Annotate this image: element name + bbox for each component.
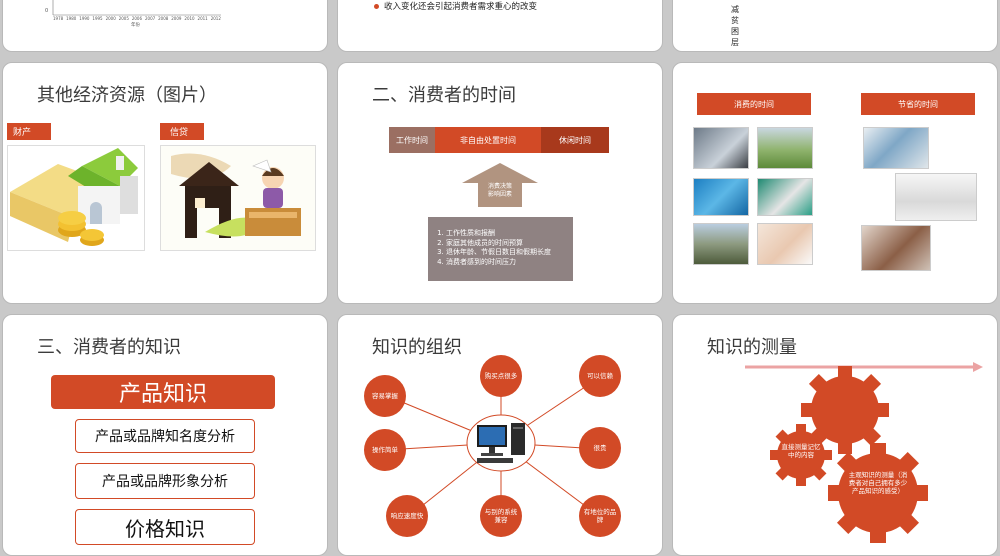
slide-thumbnail-time[interactable]: 二、消费者的时间 工作时间 非自由处置时间 休闲时间 消费决策 影响因素 工作性… [337, 62, 663, 304]
slide-title: 二、消费者的时间 [372, 85, 516, 106]
photo-treadmill [861, 225, 931, 271]
node-fast-response: 响应速度快 [386, 495, 428, 537]
photo-delivery-scooter [863, 127, 929, 169]
node-many-purchase-points: 购买点很多 [480, 355, 522, 397]
price-knowledge: 价格知识 [75, 509, 255, 545]
segment-nonfree-time: 非自由处置时间 [435, 127, 541, 153]
vertical-char: 贫 [731, 16, 739, 25]
chart-year-tick: 2005 [118, 16, 129, 21]
arrow-label-line2: 影响因素 [487, 191, 512, 198]
node-expensive: 很贵 [579, 427, 621, 469]
chart-year-tick: 2009 [171, 16, 182, 21]
factor-item: 工作性质和报酬 [446, 229, 569, 239]
factor-item: 家庭其他成员的时间预算 [446, 239, 569, 249]
photo-hiking [693, 223, 749, 265]
slide-thumbnail-resources[interactable]: 其他经济资源（图片） 财产 信贷 [2, 62, 328, 304]
chart-year-tick: 1990 [79, 16, 90, 21]
chart-year-tick: 1978 [53, 16, 64, 21]
factors-box: 工作性质和报酬家庭其他成员的时间预算退休年龄、节假日数目和假期长度消费者感到的时… [428, 217, 573, 281]
brand-image-analysis: 产品或品牌形象分析 [75, 463, 255, 499]
slide-thumbnail-time-photos[interactable]: 消费的时间 节省的时间 [672, 62, 998, 304]
photo-tennis [757, 178, 813, 216]
vertical-char: 困 [731, 27, 739, 36]
income-change-bullet: 收入变化还会引起消费者需求重心的改变 [384, 2, 538, 12]
slide-thumbnail-organization[interactable]: 知识的组织 容易掌握 购买点很多 可以信赖 操作简单 很贵 响应速度快 与别的系… [337, 314, 663, 556]
segment-work-time: 工作时间 [389, 127, 435, 153]
chart-year-tick: 2008 [158, 16, 169, 21]
chart-year-tick: 1980 [66, 16, 77, 21]
arrow-label-line1: 消费决策 [487, 183, 512, 190]
node-easy-operation: 操作简单 [364, 429, 406, 471]
slide-thumbnail-income-chart[interactable]: 0 1978 1980 1990 1995 2000 2005 2006 2007 2008 20… [2, 0, 328, 52]
photo-golf [757, 127, 813, 169]
vertical-char: 层 [731, 38, 739, 47]
slide-title: 其他经济资源（图片） [37, 85, 217, 106]
chart-year-tick: 2010 [184, 16, 195, 21]
credit-illustration [160, 145, 316, 251]
slide-thumbnail-poverty[interactable]: 减贫困层 [672, 0, 998, 52]
chart-year-tick: 2006 [131, 16, 143, 21]
tag-credit: 信贷 [160, 123, 204, 140]
gear-subjective-measurement: 主观知识的测量（消费者对自己拥有多少产品知识的感受） [848, 471, 908, 495]
node-compatible: 与别的系统兼容 [480, 495, 522, 537]
factors-list: 工作性质和报酬家庭其他成员的时间预算退休年龄、节假日数目和假期长度消费者感到的时… [434, 229, 569, 267]
photo-gym [693, 127, 749, 169]
factor-item: 退休年龄、节假日数目和假期长度 [446, 248, 569, 258]
node-easy-to-learn: 容易掌握 [364, 375, 406, 417]
tag-assets: 财产 [7, 123, 51, 140]
photo-swimming [693, 178, 749, 216]
bullet-dot [374, 4, 379, 9]
chart-year-tick: 1995 [92, 16, 103, 21]
chart-year-tick: 2011 [197, 16, 208, 21]
time-bar: 工作时间 非自由处置时间 休闲时间 [389, 127, 609, 153]
chart-zero-tick: 0 [45, 8, 49, 14]
vertical-char: 减 [731, 5, 739, 14]
house-coins-illustration [7, 145, 145, 251]
brand-awareness-analysis: 产品或品牌知名度分析 [75, 419, 255, 453]
chart-x-axis-label: 年份 [131, 23, 140, 28]
computer-icon [477, 423, 525, 463]
slide-thumbnail-knowledge[interactable]: 三、消费者的知识 产品知识 产品或品牌知名度分析 产品或品牌形象分析 价格知识 [2, 314, 328, 556]
tag-save-time: 节省的时间 [861, 93, 975, 115]
chart-year-tick: 2000 [105, 16, 116, 21]
gears-diagram [770, 366, 928, 543]
photo-vacuum-cleaning [895, 173, 977, 221]
chart-year-ticks: 1978 1980 1990 1995 2000 2005 2006 2007 2008 2009… [53, 16, 221, 21]
chart-year-tick: 2007 [144, 16, 156, 21]
income-chart [52, 0, 221, 16]
node-reliable: 可以信赖 [579, 355, 621, 397]
slide-thumbnail-income-change[interactable]: 收入变化还会引起消费者需求重心的改变 [337, 0, 663, 52]
factor-item: 消费者感到的时间压力 [446, 258, 569, 268]
slide-thumbnail-measurement[interactable]: 知识的测量 直接测量记忆中的内容 主观知识的测量（消费者对自己拥有多少产品知识的… [672, 314, 998, 556]
chart-year-tick: 2012 [210, 16, 221, 21]
tag-consume-time: 消费的时间 [697, 93, 811, 115]
node-status-brand: 有地位的品牌 [579, 495, 621, 537]
slide-title: 三、消费者的知识 [37, 337, 181, 358]
arrow-label: 消费决策 影响因素 [478, 183, 522, 199]
vertical-text: 减贫困层 [731, 4, 739, 48]
gear-direct-measurement: 直接测量记忆中的内容 [781, 443, 821, 459]
photo-spa [757, 223, 813, 265]
segment-leisure-time: 休闲时间 [541, 127, 609, 153]
product-knowledge-header: 产品知识 [51, 375, 275, 409]
